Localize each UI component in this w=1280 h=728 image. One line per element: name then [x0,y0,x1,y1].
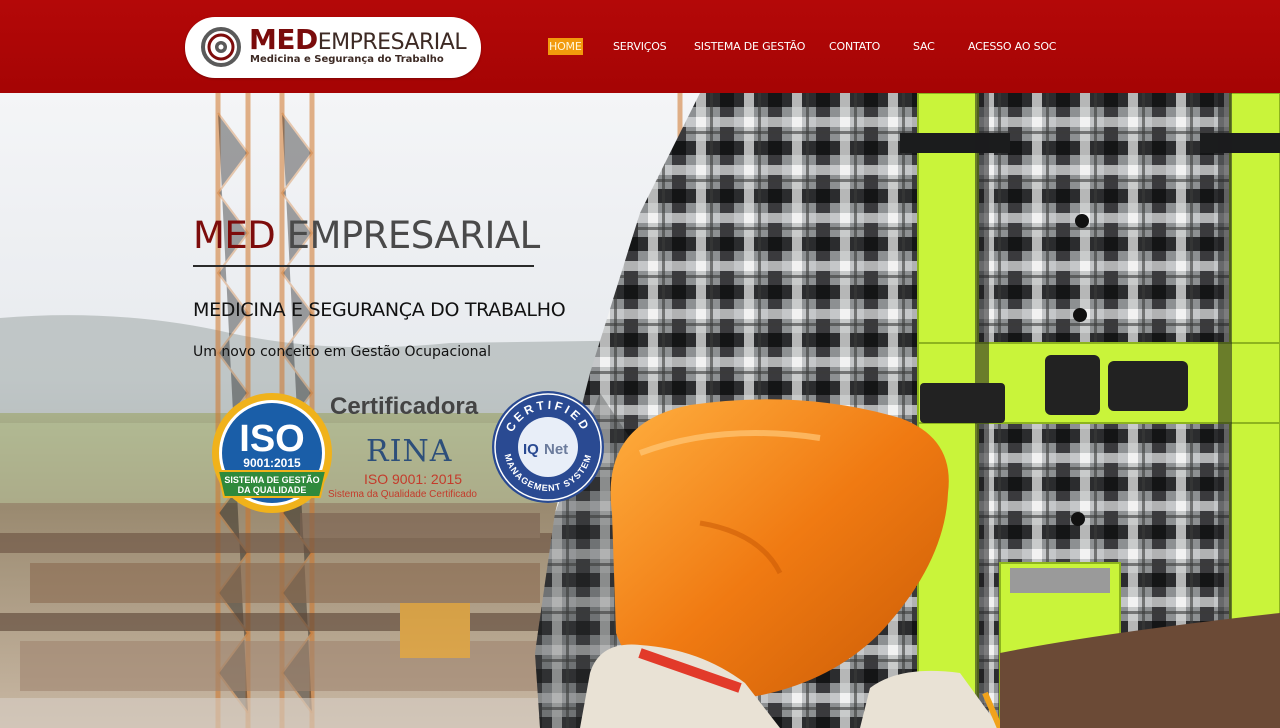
nav-contato[interactable]: CONTATO [829,38,880,55]
certifier-title: Certificadora [330,393,479,420]
nav-acesso-ao-soc[interactable]: ACESSO AO SOC [968,38,1056,55]
nav-sac[interactable]: SAC [913,38,935,55]
hero-background-image [0,93,1280,728]
hero-title-med: MED [193,214,276,257]
hero-banner: MED EMPRESARIAL MEDICINA E SEGURANÇA DO … [0,93,1280,728]
logo-brand-rest: EMPRESARIAL [317,30,467,55]
certifier-block: Certificadora RINA ISO 9001: 2015 Sistem… [320,393,510,505]
nav-home[interactable]: HOME [548,38,583,55]
iqnet-logo-iq: IQ [523,441,539,458]
logo-tagline: Medicina e Segurança do Trabalho [250,54,444,65]
logo-brand-bold: MED [249,23,318,56]
iso-badge-banner-1: SISTEMA DE GESTÃO [224,475,319,485]
logo-wordmark: MEDEMPRESARIAL [249,23,467,57]
hero-divider [193,265,534,267]
iso-badge-number: 9001:2015 [243,456,301,470]
certifier-caption: Sistema da Qualidade Certificado [328,489,477,500]
iso-9001-badge: ISO 9001:2015 SISTEMA DE GESTÃO DA QUALI… [212,393,332,513]
certifier-standard: ISO 9001: 2015 [364,471,463,487]
iso-badge-big: ISO [239,418,304,460]
site-header: MEDEMPRESARIAL Medicina e Segurança do T… [0,0,1280,93]
hero-description: Um novo conceito em Gestão Ocupacional [193,344,492,360]
hero-title-empresarial: EMPRESARIAL [286,214,541,257]
iqnet-logo-net: Net [544,441,568,458]
nav-servicos[interactable]: SERVIÇOS [613,38,667,55]
iso-badge-banner-2: DA QUALIDADE [238,485,307,495]
nav-sistema-de-gestao[interactable]: SISTEMA DE GESTÃO [694,38,805,55]
hero-title: MED EMPRESARIAL [193,214,540,258]
logo-ring-icon [201,27,241,67]
site-logo[interactable]: MEDEMPRESARIAL Medicina e Segurança do T… [185,17,481,78]
iqnet-certified-badge: CERTIFIED MANAGEMENT SYSTEM IQ Net [492,391,604,503]
certifier-org: RINA [366,434,453,469]
hero-subtitle: MEDICINA E SEGURANÇA DO TRABALHO [193,299,566,321]
